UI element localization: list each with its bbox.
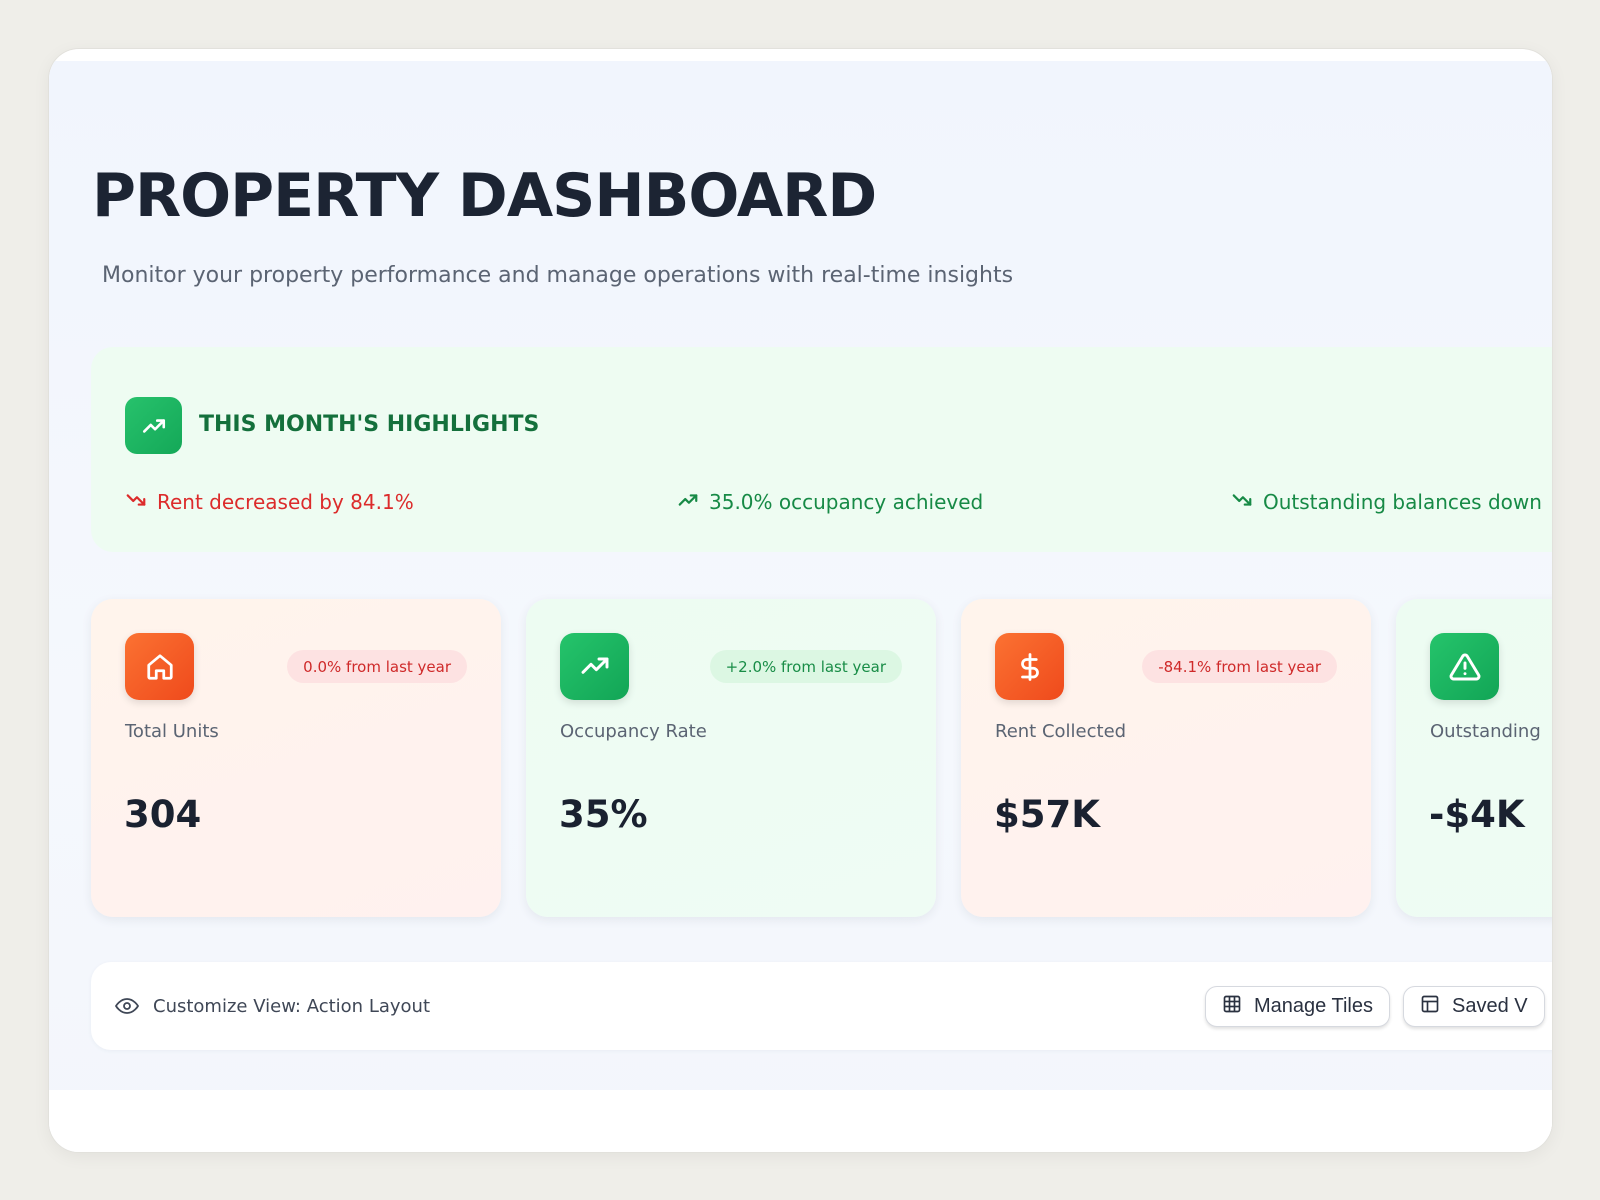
stat-value: 304 <box>124 793 202 836</box>
change-badge: +2.0% from last year <box>709 650 902 683</box>
layout-icon <box>1420 994 1440 1020</box>
stat-card-rent-collected[interactable]: -84.1% from last year Rent Collected $57… <box>961 599 1371 917</box>
highlight-text: 35.0% occupancy achieved <box>709 490 984 514</box>
stat-label: Outstanding <box>1430 721 1541 742</box>
grid-icon <box>1222 994 1242 1020</box>
home-icon <box>125 633 194 700</box>
alert-triangle-icon <box>1430 633 1499 700</box>
eye-icon <box>113 994 141 1023</box>
stat-label: Rent Collected <box>995 721 1127 742</box>
stat-card-occupancy-rate[interactable]: +2.0% from last year Occupancy Rate 35% <box>526 599 936 917</box>
customize-view-bar: Customize View: Action Layout Manage Til… <box>91 962 1552 1050</box>
window-footer <box>49 1090 1552 1152</box>
manage-tiles-button[interactable]: Manage Tiles <box>1205 986 1390 1027</box>
dashboard-viewport: PROPERTY DASHBOARD Monitor your property… <box>49 61 1552 1152</box>
highlights-panel: THIS MONTH'S HIGHLIGHTS Rent decreased b… <box>91 347 1552 552</box>
app-window: PROPERTY DASHBOARD Monitor your property… <box>49 49 1552 1152</box>
trending-up-icon <box>677 489 699 516</box>
stat-value: 35% <box>559 793 648 836</box>
change-badge: 0.0% from last year <box>287 650 467 683</box>
highlight-text: Outstanding balances down <box>1263 490 1542 514</box>
dollar-icon <box>995 633 1064 700</box>
stat-value: $57K <box>994 793 1100 836</box>
stat-card-outstanding[interactable]: Outstanding -$4K <box>1396 599 1552 917</box>
highlights-title: THIS MONTH'S HIGHLIGHTS <box>199 412 540 437</box>
trending-down-icon <box>125 489 147 516</box>
trending-up-icon <box>560 633 629 700</box>
highlight-text: Rent decreased by 84.1% <box>157 490 414 514</box>
stat-card-total-units[interactable]: 0.0% from last year Total Units 304 <box>91 599 501 917</box>
stat-label: Occupancy Rate <box>560 721 707 742</box>
page-subtitle: Monitor your property performance and ma… <box>102 263 1014 288</box>
manage-tiles-label: Manage Tiles <box>1254 995 1373 1017</box>
saved-views-label: Saved V <box>1452 995 1528 1017</box>
trending-up-icon <box>125 397 182 454</box>
change-badge: -84.1% from last year <box>1142 650 1337 683</box>
stat-label: Total Units <box>125 721 219 742</box>
highlight-item-outstanding: Outstanding balances down <box>1231 487 1542 517</box>
stat-value: -$4K <box>1429 793 1525 836</box>
highlight-item-rent: Rent decreased by 84.1% <box>125 487 414 517</box>
trending-down-icon <box>1231 489 1253 516</box>
saved-views-button[interactable]: Saved V <box>1403 986 1545 1027</box>
highlight-item-occupancy: 35.0% occupancy achieved <box>677 487 983 517</box>
customize-view-label: Customize View: Action Layout <box>153 996 431 1017</box>
page-title: PROPERTY DASHBOARD <box>92 161 877 231</box>
